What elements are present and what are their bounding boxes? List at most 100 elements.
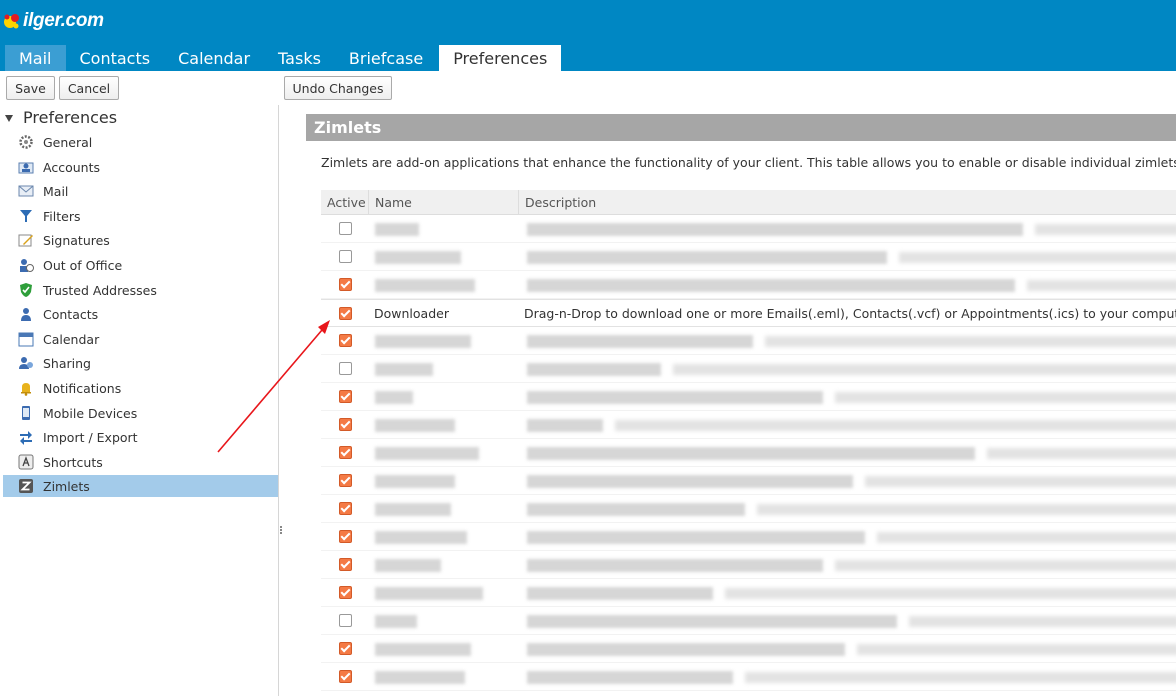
redaction-blur (375, 223, 419, 236)
sidebar-item-label: Out of Office (43, 257, 123, 273)
tab-preferences[interactable]: Preferences (439, 45, 562, 71)
redaction-blur (987, 448, 1176, 459)
active-checkbox[interactable] (338, 558, 352, 571)
sidebar-item-signatures[interactable]: Signatures (3, 229, 278, 251)
redaction-blur (1027, 280, 1176, 291)
cancel-button[interactable]: Cancel (59, 76, 119, 100)
active-checkbox[interactable] (338, 446, 352, 459)
redacted-name (369, 271, 519, 298)
active-checkbox[interactable] (338, 642, 352, 655)
redaction-blur (527, 671, 733, 684)
sidebar-item-zimlets[interactable]: Zimlets (3, 475, 278, 497)
app-tabs: Mail Contacts Calendar Tasks Briefcase P… (5, 45, 562, 71)
undo-changes-button[interactable]: Undo Changes (284, 76, 392, 100)
active-checkbox[interactable] (338, 250, 352, 263)
filter-icon (17, 207, 35, 225)
bell-icon (17, 379, 35, 397)
sidebar-item-out-of-office[interactable]: Out of Office (3, 254, 278, 276)
column-header-description[interactable]: Description (519, 190, 596, 214)
redacted-description (519, 327, 1176, 354)
zimlet-name: Downloader (374, 305, 449, 321)
redaction-blur (745, 672, 1176, 683)
active-cell (321, 586, 369, 599)
sidebar-item-calendar[interactable]: Calendar (3, 328, 278, 350)
redacted-description (519, 495, 1176, 522)
sidebar-item-sharing[interactable]: Sharing (3, 352, 278, 374)
column-header-active[interactable]: Active (321, 190, 369, 214)
tab-contacts[interactable]: Contacts (66, 45, 165, 71)
zimlets-table: Active Name Description Downloader Drag-n… (321, 190, 1176, 691)
redacted-name (369, 635, 519, 662)
redaction-blur (375, 643, 471, 656)
redaction-blur (527, 223, 1023, 236)
sidebar-item-import-export[interactable]: Import / Export (3, 426, 278, 448)
sidebar-item-filters[interactable]: Filters (3, 205, 278, 227)
accounts-icon (17, 158, 35, 176)
table-row (321, 411, 1176, 439)
table-row (321, 607, 1176, 635)
active-checkbox[interactable] (338, 670, 352, 683)
sidebar-item-accounts[interactable]: Accounts (3, 156, 278, 178)
out-of-office-icon (17, 256, 35, 274)
table-row (321, 663, 1176, 691)
table-row (321, 355, 1176, 383)
calendar-icon (17, 330, 35, 348)
section-description: Zimlets are add-on applications that enh… (321, 155, 1176, 170)
active-checkbox[interactable] (338, 530, 352, 543)
redaction-blur (765, 336, 1176, 347)
save-button[interactable]: Save (6, 76, 55, 100)
redacted-name (369, 523, 519, 550)
redacted-description (519, 551, 1176, 578)
sidebar-item-shortcuts[interactable]: Shortcuts (3, 451, 278, 473)
active-checkbox[interactable] (338, 474, 352, 487)
column-header-name[interactable]: Name (369, 190, 519, 214)
sidebar-item-label: Shortcuts (43, 454, 103, 470)
redaction-blur (857, 644, 1176, 655)
active-cell (321, 390, 369, 403)
sidebar-item-trusted-addresses[interactable]: Trusted Addresses (3, 279, 278, 301)
sidebar-item-label: Notifications (43, 380, 122, 396)
active-checkbox[interactable] (338, 614, 352, 627)
active-checkbox[interactable] (338, 362, 352, 375)
active-checkbox[interactable] (338, 390, 352, 403)
active-checkbox[interactable] (338, 502, 352, 515)
active-cell (321, 558, 369, 571)
preferences-tree-header[interactable]: Preferences (5, 107, 117, 127)
active-cell (321, 642, 369, 655)
table-row (321, 495, 1176, 523)
redaction-blur (899, 252, 1176, 263)
active-checkbox[interactable] (338, 278, 352, 291)
active-checkbox[interactable] (338, 418, 352, 431)
redaction-blur (375, 391, 413, 404)
sidebar-item-label: General (43, 134, 93, 150)
table-row (321, 551, 1176, 579)
collapse-caret-icon[interactable] (5, 114, 13, 122)
redacted-description (519, 215, 1176, 242)
active-checkbox[interactable] (338, 334, 352, 347)
tab-tasks[interactable]: Tasks (264, 45, 335, 71)
redaction-blur (375, 615, 417, 628)
sidebar-item-mobile-devices[interactable]: Mobile Devices (3, 402, 278, 424)
table-row (321, 383, 1176, 411)
tab-calendar[interactable]: Calendar (164, 45, 264, 71)
tab-mail[interactable]: Mail (5, 45, 66, 71)
active-checkbox[interactable] (338, 586, 352, 599)
redaction-blur (375, 587, 483, 600)
redaction-blur (375, 475, 455, 488)
sidebar-item-contacts[interactable]: Contacts (3, 303, 278, 325)
sidebar-item-general[interactable]: General (3, 131, 278, 153)
sidebar-item-mail[interactable]: Mail (3, 180, 278, 202)
redacted-name (369, 663, 519, 690)
redacted-name (369, 383, 519, 410)
redacted-name (369, 467, 519, 494)
pane-splitter[interactable] (280, 525, 284, 539)
active-cell (321, 250, 369, 263)
redaction-blur (877, 532, 1176, 543)
table-body: Downloader Drag-n-Drop to download one or… (321, 215, 1176, 691)
tab-briefcase[interactable]: Briefcase (335, 45, 437, 71)
active-checkbox[interactable] (338, 306, 352, 320)
sidebar-item-notifications[interactable]: Notifications (3, 377, 278, 399)
active-cell (321, 670, 369, 683)
logo[interactable]: ilger.com (2, 8, 104, 34)
active-checkbox[interactable] (338, 222, 352, 235)
